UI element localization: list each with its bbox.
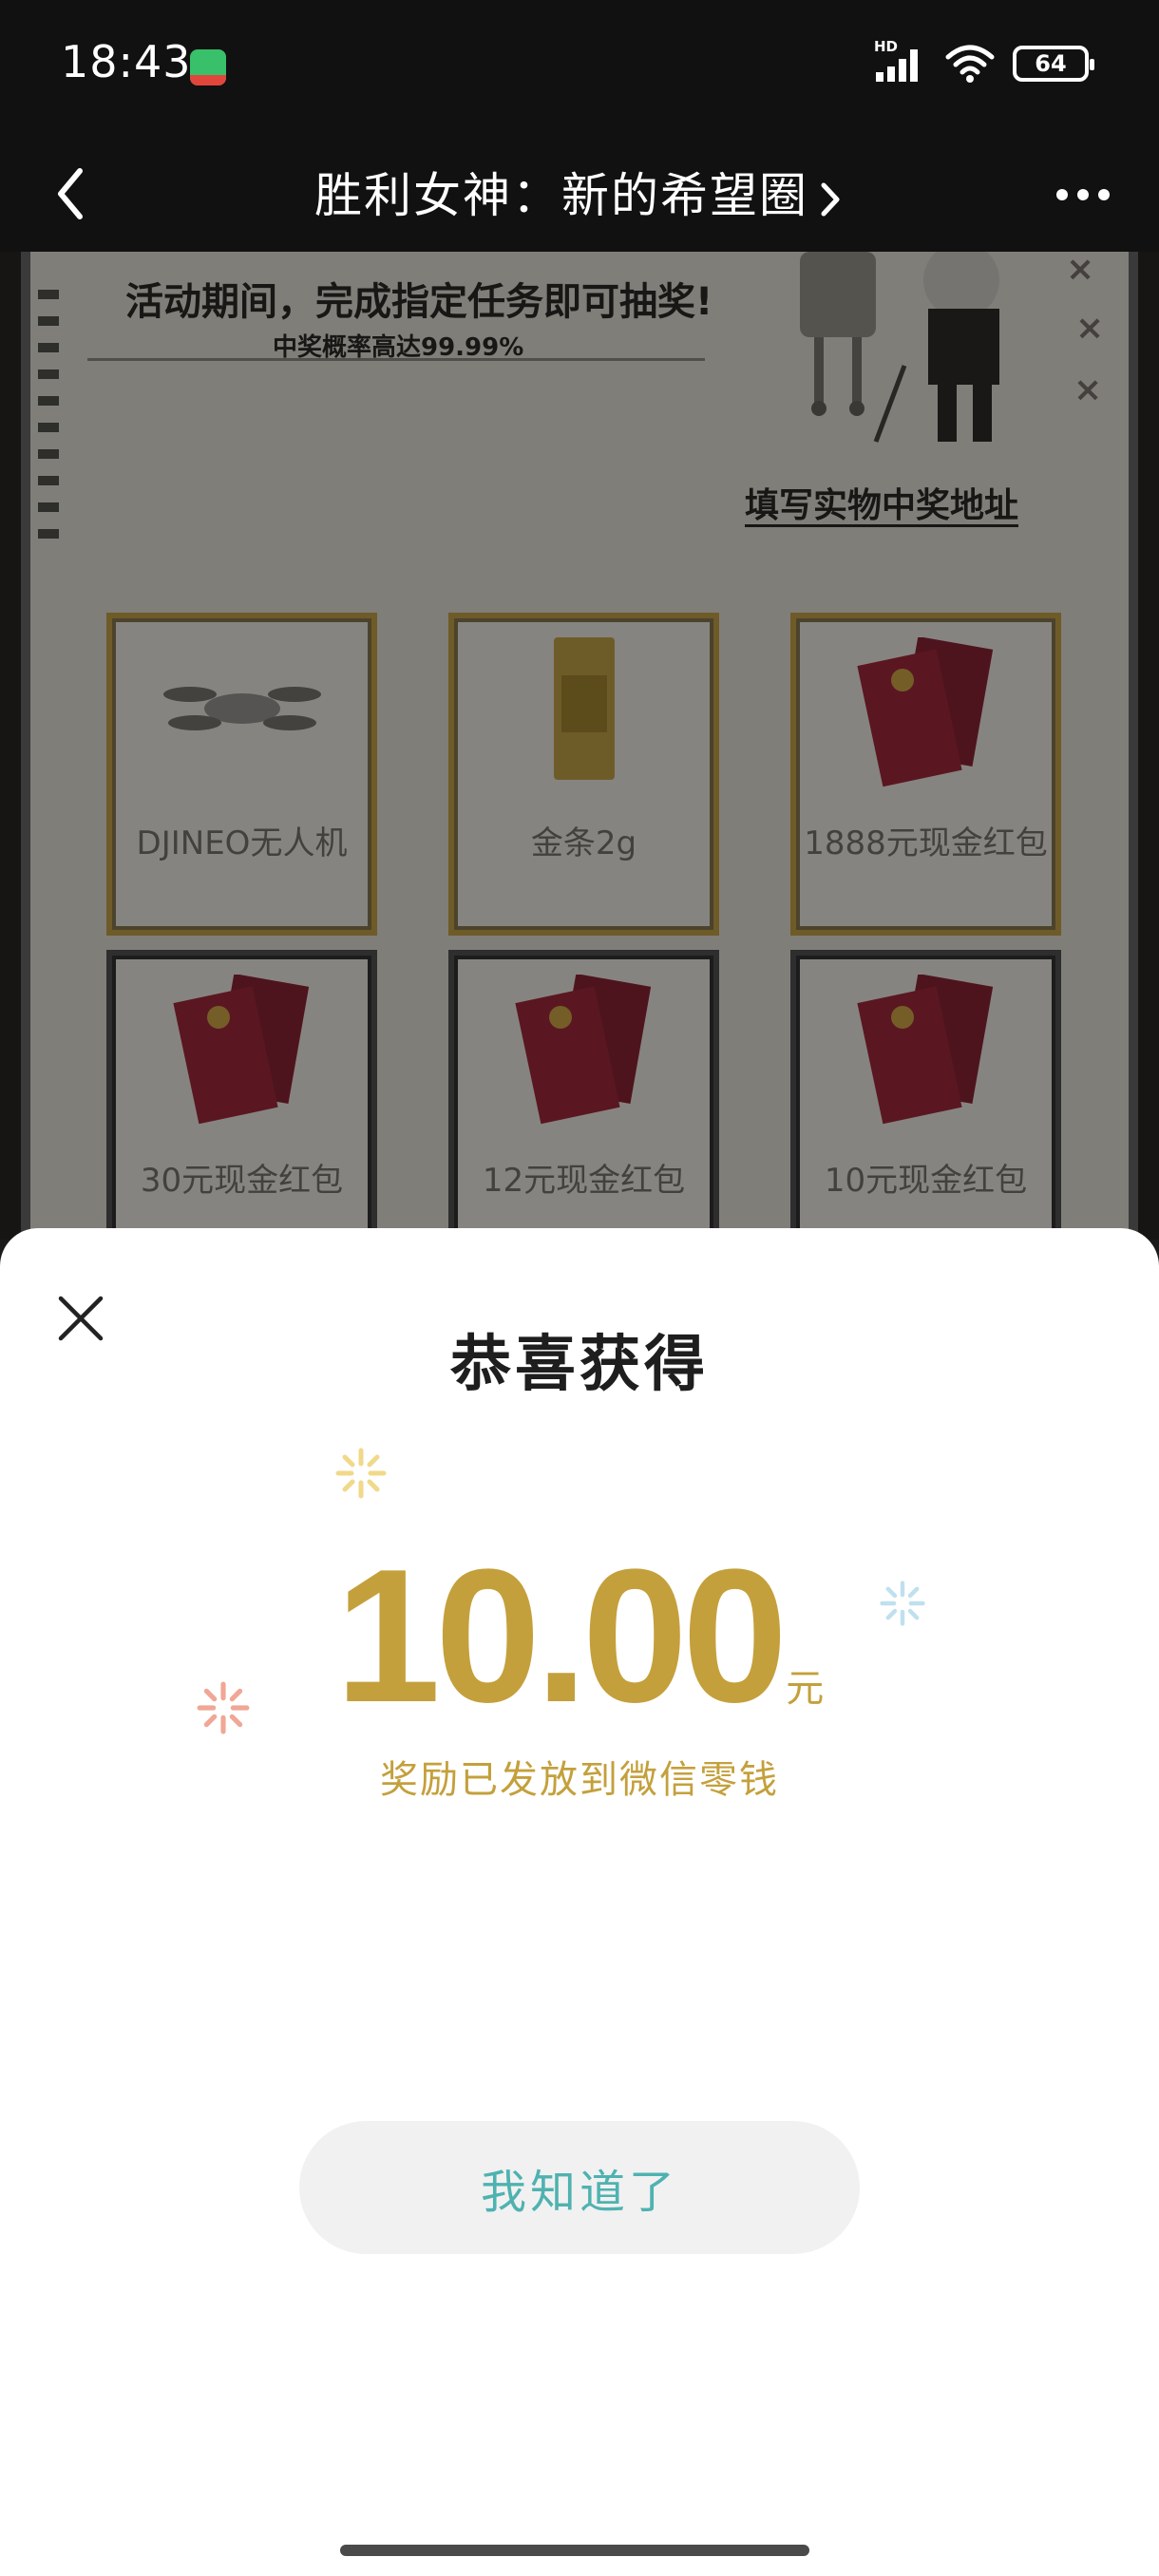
reward-sheet: 恭喜获得 10.00 元 奖励已发放到微信零钱 我知道了 xyxy=(0,1228,1159,2576)
home-indicator[interactable] xyxy=(340,2545,809,2556)
signal-icon: HD xyxy=(874,38,927,84)
sparkle-icon xyxy=(335,1448,387,1499)
amount-value: 10.00 xyxy=(334,1530,788,1742)
reward-amount: 10.00 元 xyxy=(0,1542,1159,1732)
app-notification-icon xyxy=(190,49,226,85)
network-label: HD xyxy=(874,38,899,55)
modal-backdrop[interactable] xyxy=(0,252,1159,1240)
wifi-icon xyxy=(945,45,995,83)
reward-note: 奖励已发放到微信零钱 xyxy=(380,1758,779,1802)
battery-level: 64 xyxy=(1035,50,1067,77)
page-title-link[interactable]: 胜利女神：新的希望圈 xyxy=(0,158,1159,226)
page-title: 胜利女神：新的希望圈 xyxy=(314,168,808,223)
battery-icon: 64 xyxy=(1013,46,1094,82)
amount-unit: 元 xyxy=(786,1667,825,1711)
sheet-title: 恭喜获得 xyxy=(450,1330,709,1400)
acknowledge-button[interactable]: 我知道了 xyxy=(299,2121,860,2254)
more-dots-icon[interactable] xyxy=(1045,161,1121,228)
chevron-right-icon xyxy=(821,182,840,216)
status-icons: HD 64 xyxy=(874,38,1094,84)
nav-bar: 胜利女神：新的希望圈 xyxy=(0,133,1159,252)
status-bar: 18:43 HD 64 xyxy=(0,0,1159,133)
status-time: 18:43 xyxy=(61,36,192,87)
